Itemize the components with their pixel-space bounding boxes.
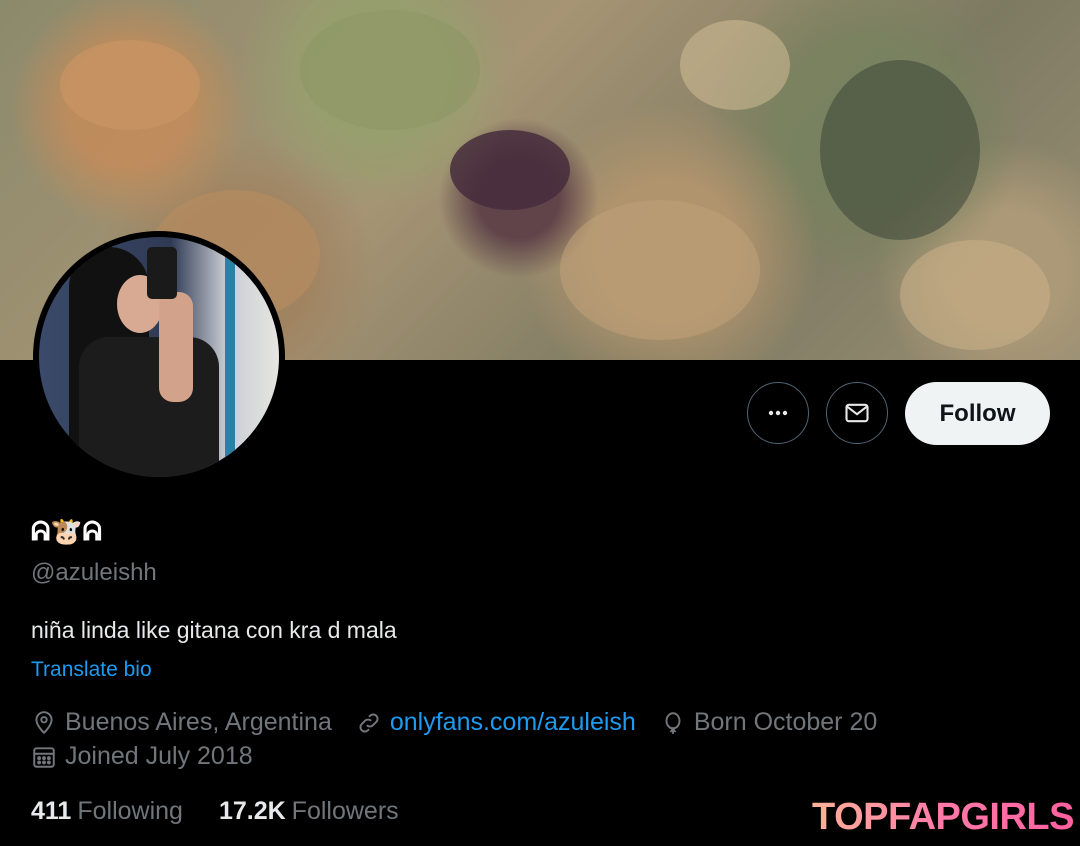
display-name: ᕱ🐮ᕱ: [31, 516, 102, 546]
bio: niña linda like gitana con kra d mala: [31, 617, 397, 643]
balloon-icon: [665, 711, 681, 734]
followers-label: Followers: [291, 797, 399, 825]
follow-stats: 411 Following 17.2K Followers: [31, 797, 435, 826]
followers-stat[interactable]: 17.2K Followers: [219, 797, 399, 826]
watermark: TOPFAPGIRLS: [812, 796, 1074, 838]
birthday-item: Born October 20: [660, 708, 877, 737]
location-text: Buenos Aires, Argentina: [65, 708, 332, 736]
following-count: 411: [31, 797, 72, 825]
more-icon: [768, 410, 788, 416]
location-item: Buenos Aires, Argentina: [31, 708, 332, 737]
avatar[interactable]: [33, 231, 285, 483]
following-label: Following: [77, 797, 183, 825]
followers-count: 17.2K: [218, 797, 286, 825]
avatar-photo: [39, 237, 279, 477]
handle: @azuleishh: [31, 559, 157, 586]
joined-text: Joined July 2018: [65, 742, 253, 770]
joined-item: Joined July 2018: [31, 742, 253, 771]
website-link[interactable]: onlyfans.com/azuleish: [390, 708, 636, 737]
link-icon: [359, 713, 379, 732]
message-button[interactable]: [826, 382, 888, 444]
translate-bio-link[interactable]: Translate bio: [31, 658, 152, 682]
more-button[interactable]: [747, 382, 809, 444]
envelope-icon: [845, 403, 869, 423]
following-stat[interactable]: 411 Following: [31, 797, 183, 826]
calendar-icon: [33, 746, 55, 768]
follow-button[interactable]: Follow: [905, 382, 1050, 445]
birthday-text: Born October 20: [693, 708, 878, 736]
profile-meta-row: Buenos Aires, Argentina onlyfans.com/azu…: [31, 708, 901, 737]
location-pin-icon: [35, 710, 53, 734]
website-item: onlyfans.com/azuleish: [356, 708, 636, 737]
profile-meta-row-2: Joined July 2018: [31, 742, 277, 771]
